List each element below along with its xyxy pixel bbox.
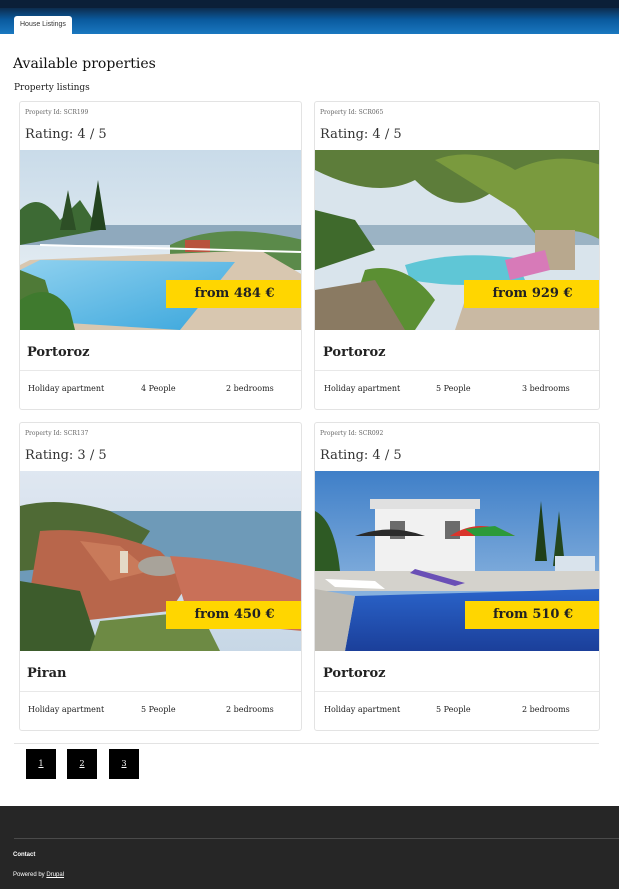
divider <box>315 370 599 371</box>
price-badge: from 450 € <box>166 601 301 629</box>
property-type: Holiday apartment <box>324 384 401 393</box>
property-city: Portoroz <box>27 345 90 360</box>
listing-card[interactable]: Property Id: SCR092 Rating: 4 / 5 from 5… <box>314 422 600 731</box>
property-type: Holiday apartment <box>324 705 401 714</box>
property-id: Property Id: SCR092 <box>320 430 384 437</box>
price-badge: from 929 € <box>464 280 599 308</box>
property-city: Portoroz <box>323 345 386 360</box>
listing-card[interactable]: Property Id: SCR137 Rating: 3 / 5 from 4… <box>19 422 302 731</box>
property-city: Portoroz <box>323 666 386 681</box>
property-bedrooms: 2 bedrooms <box>226 705 274 714</box>
top-header-bar: House Listings <box>0 0 619 34</box>
property-type: Holiday apartment <box>28 705 105 714</box>
property-people: 5 People <box>436 384 471 393</box>
divider <box>315 691 599 692</box>
listing-card[interactable]: Property Id: SCR065 Rating: 4 / 5 from 9… <box>314 101 600 410</box>
property-people: 5 People <box>436 705 471 714</box>
pagination-divider <box>14 743 599 744</box>
property-id: Property Id: SCR199 <box>25 109 89 116</box>
property-type: Holiday apartment <box>28 384 105 393</box>
page-button-3[interactable]: 3 <box>109 749 139 779</box>
listing-card[interactable]: Property Id: SCR199 Rating: 4 / 5 from 4… <box>19 101 302 410</box>
property-photo[interactable]: from 510 € <box>315 471 599 651</box>
property-photo[interactable]: from 484 € <box>20 150 301 330</box>
page-subtitle: Property listings <box>14 83 90 93</box>
property-rating: Rating: 4 / 5 <box>25 127 107 142</box>
property-photo[interactable]: from 929 € <box>315 150 599 330</box>
tab-house-listings[interactable]: House Listings <box>14 16 72 34</box>
footer-contact-link[interactable]: Contact <box>13 852 35 858</box>
property-rating: Rating: 3 / 5 <box>25 448 107 463</box>
powered-by-text: Powered by <box>13 872 45 878</box>
property-id: Property Id: SCR065 <box>320 109 384 116</box>
property-rating: Rating: 4 / 5 <box>320 448 402 463</box>
page-button-2[interactable]: 2 <box>67 749 97 779</box>
page-title: Available properties <box>13 56 156 72</box>
property-bedrooms: 3 bedrooms <box>522 384 570 393</box>
price-badge: from 510 € <box>465 601 599 629</box>
property-city: Piran <box>27 666 67 681</box>
property-rating: Rating: 4 / 5 <box>320 127 402 142</box>
property-people: 5 People <box>141 705 176 714</box>
footer: Contact Powered by Drupal <box>0 806 619 889</box>
footer-divider <box>14 838 619 839</box>
price-badge: from 484 € <box>166 280 301 308</box>
page-button-1[interactable]: 1 <box>26 749 56 779</box>
divider <box>20 691 301 692</box>
property-id: Property Id: SCR137 <box>25 430 89 437</box>
property-bedrooms: 2 bedrooms <box>226 384 274 393</box>
drupal-link[interactable]: Drupal <box>46 872 64 878</box>
divider <box>20 370 301 371</box>
footer-powered-by: Powered by Drupal <box>13 872 64 878</box>
property-people: 4 People <box>141 384 176 393</box>
property-photo[interactable]: from 450 € <box>20 471 301 651</box>
property-bedrooms: 2 bedrooms <box>522 705 570 714</box>
